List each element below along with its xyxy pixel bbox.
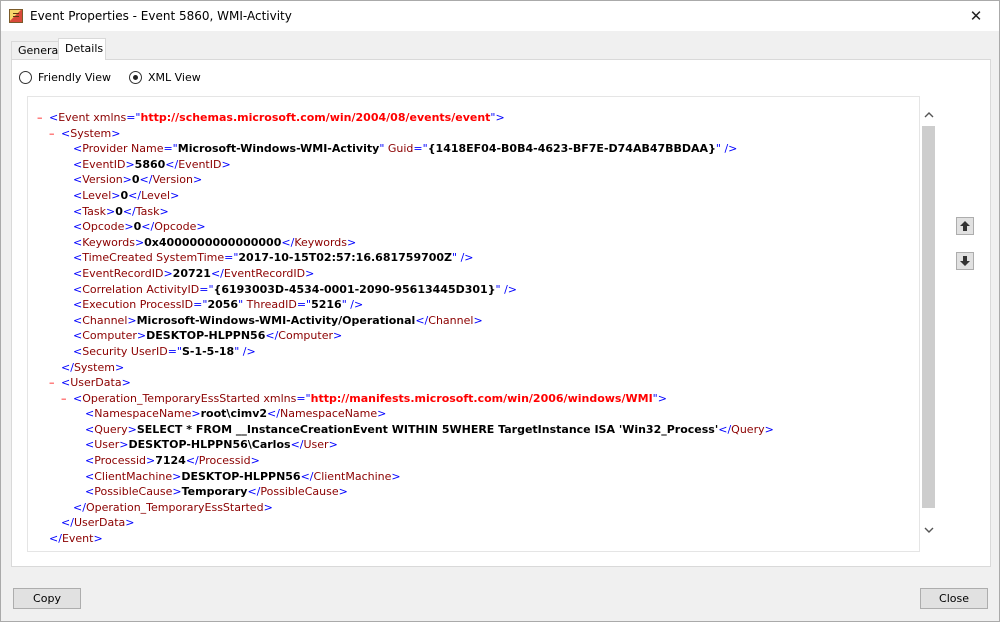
- xml-line-version: <Version>0</Version>: [73, 173, 203, 187]
- collapse-userdata-toggle[interactable]: –: [49, 375, 61, 391]
- scroll-up-icon[interactable]: [920, 106, 937, 123]
- xml-view-option[interactable]: XML View: [129, 70, 201, 84]
- xml-line-operation-open: – <Operation_TemporaryEssStarted xmlns="h…: [61, 391, 667, 407]
- xml-line-query: <Query>SELECT * FROM __InstanceCreationE…: [85, 422, 774, 436]
- xml-line-operation-close: </Operation_TemporaryEssStarted>: [73, 500, 273, 514]
- xml-line-namespacename: <NamespaceName>root\cimv2</NamespaceName…: [85, 407, 387, 421]
- xml-line-level: <Level>0</Level>: [73, 188, 180, 202]
- friendly-view-label: Friendly View: [38, 70, 111, 84]
- xml-view-label: XML View: [148, 70, 201, 84]
- xml-line-user: <User>DESKTOP-HLPPN56\Carlos</User>: [85, 438, 338, 452]
- window-title: Event Properties - Event 5860, WMI-Activ…: [30, 9, 292, 23]
- xml-content: – <Event xmlns="http://schemas.microsoft.…: [28, 110, 919, 547]
- xml-line-channel: <Channel>Microsoft-Windows-WMI-Activity/…: [73, 313, 483, 327]
- xml-line-correlation: <Correlation ActivityID="{6193003D-4534-…: [73, 282, 518, 296]
- window-close-icon[interactable]: ✕: [953, 1, 999, 31]
- xml-line-event-close: </Event>: [49, 532, 103, 546]
- xml-line-execution: <Execution ProcessID="2056" ThreadID="52…: [73, 298, 364, 312]
- copy-button[interactable]: Copy: [13, 588, 81, 609]
- xml-line-task: <Task>0</Task>: [73, 204, 169, 218]
- xml-line-keywords: <Keywords>0x4000000000000000</Keywords>: [73, 235, 357, 249]
- xml-line-userdata-close: </UserData>: [61, 516, 135, 530]
- scroll-thumb[interactable]: [922, 126, 935, 508]
- tab-details[interactable]: Details: [58, 38, 106, 60]
- xml-line-computer: <Computer>DESKTOP-HLPPN56</Computer>: [73, 329, 343, 343]
- friendly-view-option[interactable]: Friendly View: [19, 70, 111, 84]
- event-viewer-app-icon: [9, 9, 23, 23]
- xml-line-processid: <Processid>7124</Processid>: [85, 454, 260, 468]
- tab-general[interactable]: General: [11, 41, 61, 60]
- close-button[interactable]: Close: [920, 588, 988, 609]
- xml-line-opcode: <Opcode>0</Opcode>: [73, 220, 206, 234]
- xml-view-radio[interactable]: [129, 70, 142, 84]
- friendly-view-radio[interactable]: [19, 70, 32, 84]
- xml-line-event-open: – <Event xmlns="http://schemas.microsoft.…: [37, 110, 505, 126]
- xml-line-eventrecordid: <EventRecordID>20721</EventRecordID>: [73, 266, 315, 280]
- xml-line-possiblecause: <PossibleCause>Temporary</PossibleCause>: [85, 485, 348, 499]
- event-properties-window: Event Properties - Event 5860, WMI-Activ…: [0, 0, 1000, 622]
- xml-line-clientmachine: <ClientMachine>DESKTOP-HLPPN56</ClientMa…: [85, 469, 401, 483]
- previous-event-button[interactable]: [956, 217, 974, 235]
- collapse-event-toggle[interactable]: –: [37, 110, 49, 126]
- title-bar: Event Properties - Event 5860, WMI-Activ…: [1, 1, 999, 31]
- xml-line-timecreated: <TimeCreated SystemTime="2017-10-15T02:5…: [73, 251, 474, 265]
- arrow-up-icon: [959, 220, 971, 232]
- xml-line-system-open: – <System>: [49, 126, 121, 142]
- scroll-down-icon[interactable]: [920, 522, 937, 539]
- xml-viewer[interactable]: – <Event xmlns="http://schemas.microsoft.…: [27, 96, 920, 552]
- xml-line-provider: <Provider Name="Microsoft-Windows-WMI-Ac…: [73, 142, 738, 156]
- collapse-operation-toggle[interactable]: –: [61, 391, 73, 407]
- xml-line-security: <Security UserID="S-1-5-18" />: [73, 344, 256, 358]
- next-event-button[interactable]: [956, 252, 974, 270]
- details-panel: Friendly View XML View – <Event xmlns="ht…: [11, 59, 991, 567]
- xml-line-system-close: </System>: [61, 360, 125, 374]
- xml-vertical-scrollbar[interactable]: [920, 96, 937, 552]
- xml-line-eventid: <EventID>5860</EventID>: [73, 157, 231, 171]
- arrow-down-icon: [959, 255, 971, 267]
- xml-line-userdata-open: – <UserData>: [49, 375, 131, 391]
- collapse-system-toggle[interactable]: –: [49, 126, 61, 142]
